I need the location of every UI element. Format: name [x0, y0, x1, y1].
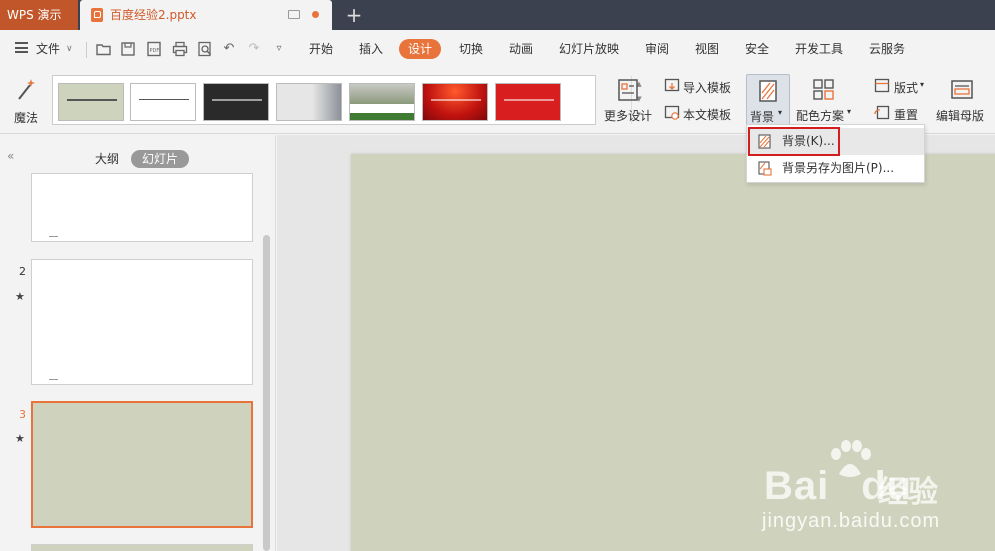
menu-bar: 文件 ∨ PDF ↶ ↷ ▿ 开始 插入 设计 切换 动画 幻灯片放映 审阅 视… — [0, 30, 995, 68]
chevron-down-icon: ▾ — [778, 108, 783, 117]
reset-button[interactable]: 重置 — [872, 103, 930, 123]
chevron-down-icon: ▾ — [920, 80, 925, 89]
import-template-button[interactable]: 导入模板 — [662, 76, 734, 96]
template-thumb-5[interactable] — [349, 83, 415, 121]
tab-security[interactable]: 安全 — [745, 30, 769, 68]
tab-outline[interactable]: 大纲 — [95, 150, 119, 167]
save-icon[interactable] — [120, 41, 136, 57]
highlight-box — [748, 127, 840, 156]
edit-master-icon — [951, 80, 973, 99]
menu-item-save-background-as-image[interactable]: 背景另存为图片(P)... — [747, 155, 924, 182]
background-dropdown-menu: 背景(K)... 背景另存为图片(P)... — [746, 124, 925, 183]
background-icon — [759, 80, 777, 102]
slide-number-3: 3 — [19, 408, 26, 421]
chevron-down-icon[interactable]: ∨ — [66, 30, 73, 68]
app-tab[interactable]: WPS 演示 — [0, 0, 78, 30]
tab-review[interactable]: 审阅 — [645, 30, 669, 68]
magic-label: 魔法 — [13, 111, 38, 125]
tab-slideshow[interactable]: 幻灯片放映 — [559, 30, 619, 68]
this-template-button[interactable]: 本文模板 — [662, 103, 734, 123]
svg-text:PDF: PDF — [150, 48, 160, 54]
customize-toolbar-icon[interactable]: ▿ — [271, 41, 287, 57]
template-thumb-1[interactable] — [58, 83, 124, 121]
pdf-icon[interactable]: PDF — [146, 41, 162, 57]
magic-wand-icon — [18, 79, 35, 100]
slide-thumbnail-3[interactable] — [31, 401, 253, 528]
monitor-icon[interactable] — [288, 10, 300, 19]
animation-star-icon: ★ — [15, 290, 25, 303]
layout-icon — [874, 78, 890, 93]
magic-button[interactable]: 魔法 — [6, 73, 46, 131]
more-design-icon — [618, 79, 638, 101]
panel-scrollbar[interactable] — [263, 235, 270, 551]
document-tab[interactable]: 百度经验2.pptx — [80, 0, 332, 30]
edit-master-label: 编辑母版 — [936, 109, 985, 123]
undo-icon[interactable]: ↶ — [221, 41, 237, 57]
background-label: 背景 — [750, 110, 775, 124]
slide-thumbnail-1[interactable] — [31, 173, 253, 242]
chevron-down-icon: ▾ — [847, 107, 852, 116]
file-menu[interactable]: 文件 — [36, 30, 60, 68]
menu-item-save-background-label: 背景另存为图片(P)... — [782, 161, 895, 175]
template-thumb-4[interactable] — [276, 83, 342, 121]
layout-label: 版式 — [894, 81, 919, 95]
tab-slides[interactable]: 幻灯片 — [131, 150, 190, 168]
unsaved-dot-icon — [312, 11, 319, 18]
layout-button[interactable]: 版式 ▾ — [872, 76, 930, 96]
reset-label: 重置 — [894, 108, 919, 122]
slide-footer-mark — [49, 379, 58, 380]
tab-transitions[interactable]: 切换 — [459, 30, 483, 68]
title-bar: WPS 演示 百度经验2.pptx + — [0, 0, 995, 30]
template-thumb-2[interactable] — [130, 83, 196, 121]
redo-icon: ↷ — [248, 41, 260, 56]
reset-icon — [874, 105, 890, 120]
print-preview-icon[interactable] — [197, 41, 213, 57]
print-icon[interactable] — [172, 41, 188, 57]
template-thumb-7[interactable] — [495, 83, 561, 121]
color-scheme-icon — [813, 79, 834, 100]
background-button[interactable]: 背景 ▾ — [746, 74, 790, 130]
color-scheme-button[interactable]: 配色方案 ▾ — [795, 74, 857, 130]
watermark-cn: 经验 — [878, 475, 938, 510]
template-thumb-3[interactable] — [203, 83, 269, 121]
this-template-label: 本文模板 — [683, 108, 732, 122]
edit-master-button[interactable]: 编辑母版 — [935, 74, 991, 130]
tab-design[interactable]: 设计 — [399, 39, 442, 59]
more-design-label: 更多设计 — [604, 109, 653, 123]
separator — [86, 42, 87, 58]
slides-panel: « 大纲 幻灯片 2 ★ 3 ★ — [0, 135, 276, 551]
tab-animations[interactable]: 动画 — [509, 30, 533, 68]
ppt-file-icon — [91, 8, 103, 22]
slide-thumbnail-2[interactable] — [31, 259, 253, 385]
save-image-icon — [758, 161, 772, 176]
this-template-icon — [664, 105, 680, 120]
hamburger-icon[interactable] — [15, 42, 28, 53]
template-thumb-6[interactable] — [422, 83, 488, 121]
tab-developer[interactable]: 开发工具 — [795, 30, 843, 68]
document-title: 百度经验2.pptx — [110, 8, 197, 22]
watermark-url: jingyan.baidu.com — [762, 510, 941, 532]
plus-icon[interactable]: + — [344, 3, 364, 27]
open-folder-icon[interactable] — [96, 41, 112, 57]
tab-home[interactable]: 开始 — [309, 30, 333, 68]
collapse-panel-icon[interactable]: « — [7, 149, 14, 163]
more-design-button[interactable]: 更多设计 — [604, 74, 656, 130]
design-gallery: ▲ ▼ ▾ — [52, 75, 642, 125]
app-name: WPS 演示 — [7, 8, 62, 22]
color-scheme-label: 配色方案 — [796, 109, 845, 123]
slide-number-2: 2 — [19, 265, 26, 278]
import-template-label: 导入模板 — [683, 81, 732, 95]
baidu-watermark: Bai du 经验 jingyan.baidu.com — [760, 440, 970, 532]
tab-view[interactable]: 视图 — [695, 30, 719, 68]
slide-footer-mark — [49, 236, 58, 237]
import-template-icon — [664, 78, 680, 92]
animation-star-icon: ★ — [15, 432, 25, 445]
tab-insert[interactable]: 插入 — [359, 30, 383, 68]
tab-cloud[interactable]: 云服务 — [869, 30, 905, 68]
slide-thumbnail-4[interactable] — [31, 544, 253, 551]
